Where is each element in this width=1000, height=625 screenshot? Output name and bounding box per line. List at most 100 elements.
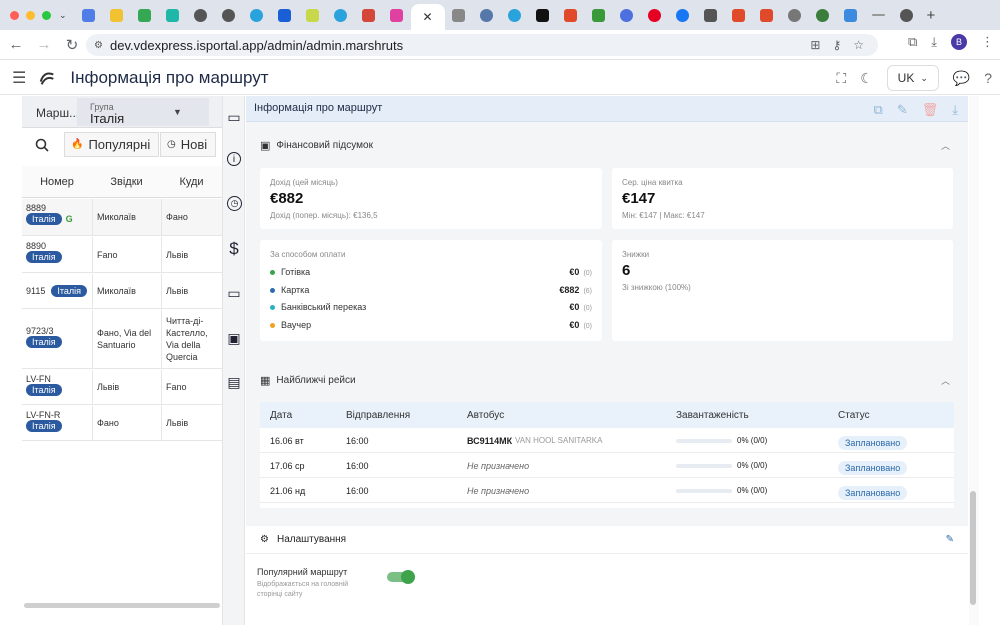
close-window-button[interactable] [10,10,19,20]
browser-tab[interactable] [299,0,327,30]
col-load[interactable]: Завантаженість [676,410,749,421]
trip-bus: Не призначено [467,461,530,471]
browser-tab[interactable] [131,0,159,30]
status-badge: Заплановано [838,461,908,475]
browser-tab[interactable] [809,0,837,30]
browser-tab-active[interactable]: ✕ [410,4,445,30]
col-date[interactable]: Дата [270,410,292,421]
map-icon[interactable]: ▭ [225,108,243,126]
chevron-up-icon[interactable]: ︿ [941,374,950,387]
profile-avatar[interactable]: B [951,34,967,50]
col-to[interactable]: Куди [161,176,222,188]
browser-tab[interactable] [613,0,641,30]
browser-tab[interactable] [641,0,669,30]
new-filter-button[interactable]: ◷ Нові [160,132,216,157]
browser-tab[interactable] [669,0,697,30]
delete-icon[interactable]: 🗑 [922,102,939,118]
browser-tab[interactable] [753,0,781,30]
edit-settings-icon[interactable]: ✎ [946,534,954,545]
browser-tab[interactable] [529,0,557,30]
col-status[interactable]: Статус [838,410,870,421]
edit-icon[interactable]: ✎ [897,102,908,118]
browser-tab[interactable] [837,0,865,30]
document-icon[interactable]: ▤ [225,373,243,391]
browser-tab[interactable] [327,0,355,30]
browser-tab[interactable] [243,0,271,30]
help-icon[interactable]: ? [984,70,992,86]
browser-tab[interactable] [557,0,585,30]
download-icon[interactable]: ⤓ [931,34,937,50]
browser-tab[interactable] [473,0,501,30]
col-departure[interactable]: Відправлення [346,410,410,421]
finance-section-header[interactable]: ▣ Фінансовий підсумок ︿ [246,133,968,157]
scroll-thumb[interactable] [970,491,976,605]
browser-tab[interactable] [383,0,411,30]
chevron-up-icon[interactable]: ︿ [941,139,950,152]
browser-tab[interactable] [187,0,215,30]
translate-icon[interactable]: ⊞ [810,38,820,52]
horizontal-scrollbar[interactable] [24,603,220,608]
col-bus[interactable]: Автобус [467,410,504,421]
map-route-icon[interactable]: ▭ [225,284,243,302]
back-icon[interactable]: ← [4,36,28,53]
dollar-icon[interactable]: $ [225,239,243,258]
hamburger-menu-icon[interactable]: ☰ [12,68,26,88]
browser-tab[interactable] [75,0,103,30]
maximize-window-button[interactable] [42,10,51,20]
chat-icon[interactable]: 💬 [953,70,970,87]
browser-tab[interactable] [725,0,753,30]
browser-tab[interactable] [103,0,131,30]
browser-tab[interactable] [781,0,809,30]
table-row[interactable]: 9723/3 Італія Фано, Via del Santuario Чит… [22,310,222,369]
table-row[interactable]: 8889 Італія G Миколаїв Фано [22,199,222,236]
fullscreen-icon[interactable]: ⛶ [836,70,846,87]
table-row[interactable]: 21.06 нд 16:00 Не призначено 0% (0/0) За… [260,478,954,503]
table-row[interactable]: 9115 Італія Миколаїв Львів [22,274,222,309]
download-icon[interactable]: ⤓ [952,102,958,118]
address-bar[interactable]: ⚙ dev.vdexpress.isportal.app/admin/admin… [86,34,878,56]
browser-tab[interactable] [445,0,473,30]
bus-icon[interactable]: ▣ [225,329,243,347]
browser-tab[interactable] [271,0,299,30]
bookmark-star-icon[interactable]: ☆ [853,38,864,52]
popular-filter-button[interactable]: 🔥 Популярні [64,132,159,157]
details-title: Інформація про маршрут [254,102,383,114]
vertical-scrollbar[interactable] [969,96,979,625]
key-icon[interactable]: ⚷ [832,38,841,52]
forward-icon[interactable]: → [32,36,56,53]
info-icon[interactable]: i [227,152,241,166]
browser-tab[interactable] [159,0,187,30]
browser-tab[interactable] [697,0,725,30]
browser-tab[interactable] [215,0,243,30]
col-from[interactable]: Звідки [92,176,161,188]
popular-route-toggle[interactable] [387,570,415,584]
browser-tab[interactable] [893,0,921,30]
dark-mode-icon[interactable]: ☾ [860,70,873,87]
table-row[interactable]: LV-FN Італія Львів Fano [22,370,222,405]
extensions-icon[interactable]: ⧉ [908,34,917,50]
table-row[interactable]: 8890 Італія Fano Львів [22,237,222,273]
trips-section-header[interactable]: ▦ Найближчі рейси ︿ [246,368,968,392]
minimize-window-button[interactable] [26,10,35,20]
route-filter-label[interactable]: Марш... [36,106,79,120]
table-row[interactable]: LV-FN-R Італія Фано Львів [22,406,222,441]
copy-icon[interactable]: ⧉ [874,102,883,118]
route-to: Fano [161,370,222,404]
browser-tab[interactable] [865,0,893,30]
search-button[interactable] [22,132,62,158]
table-row[interactable]: 16.06 вт 16:00 ВС9114МК VAN HOOL SANITAR… [260,428,954,453]
tab-list-icon[interactable]: ⌄ [59,10,67,21]
site-info-icon[interactable]: ⚙ [94,40,103,51]
new-tab-button[interactable]: + [927,7,936,24]
menu-kebab-icon[interactable]: ⋮ [981,34,994,50]
clock-icon[interactable]: ◷ [227,196,242,211]
col-number[interactable]: Номер [22,176,92,188]
payment-name: Готівка [281,267,311,277]
table-row[interactable]: 17.06 ср 16:00 Не призначено 0% (0/0) За… [260,453,954,478]
browser-tab[interactable] [355,0,383,30]
reload-icon[interactable]: ↻ [60,36,84,54]
language-select[interactable]: UK ⌄ [886,65,939,91]
browser-tab[interactable] [501,0,529,30]
browser-tab[interactable] [585,0,613,30]
group-select[interactable]: Група Італія ▼ [77,98,209,126]
